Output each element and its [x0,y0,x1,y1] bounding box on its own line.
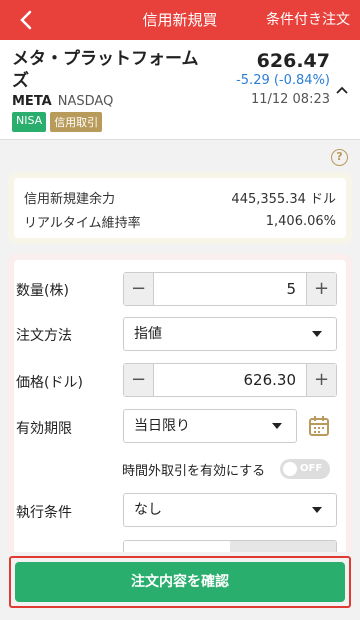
help-icon[interactable]: ? [331,149,348,166]
nisa-badge: NISA [12,112,47,132]
price-minus-button[interactable]: − [124,364,154,396]
price-plus-button[interactable]: + [306,364,336,396]
margin-info-panel: 信用新規建余力 445,355.34 ドル リアルタイム維持率 1,406.06… [8,172,352,244]
calendar-icon[interactable] [308,415,330,437]
price-label: 価格(ドル) [16,375,83,391]
stock-summary: メタ・プラットフォームズ META NASDAQ NISA 信用取引 626.47… [0,40,360,140]
dropdown-arrow-icon [312,331,322,337]
price-input[interactable]: 626.30 [154,364,306,396]
execution-select[interactable]: なし [123,493,337,527]
toggle-state: OFF [300,463,323,474]
conditional-order-link[interactable]: 条件付き注文 [266,0,350,40]
quantity-plus-button[interactable]: + [306,273,336,305]
quantity-input[interactable]: 5 [154,273,306,305]
expiry-select[interactable]: 当日限り [123,409,297,443]
expiry-value: 当日限り [134,418,190,434]
expiry-label: 有効期限 [16,421,72,437]
order-type-select[interactable]: 指値 [123,317,337,351]
price-timestamp: 11/12 08:23 [250,92,330,107]
execution-value: なし [134,502,162,518]
price-stepper: − 626.30 + [123,363,337,397]
page-title: 信用新規買 [142,11,218,29]
after-hours-label: 時間外取引を有効にする [122,464,266,479]
stock-name: メタ・プラットフォームズ [12,49,199,91]
chevron-left-icon [20,10,32,30]
chevron-up-icon[interactable] [334,82,350,98]
stock-symbol: META [12,94,52,109]
stock-exchange: NASDAQ [57,94,114,109]
maintenance-ratio-label: リアルタイム維持率 [24,215,141,231]
dropdown-arrow-icon [272,423,282,429]
quantity-stepper: − 5 + [123,272,337,306]
order-type-label: 注文方法 [16,328,72,344]
buying-power-label: 信用新規建余力 [24,191,116,207]
top-bar: 信用新規買 条件付き注文 [0,0,360,40]
buying-power-value: 445,355.34 ドル [231,191,336,207]
stock-price: 626.47 [256,50,330,72]
buying-power-row: 信用新規建余力 445,355.34 ドル [24,186,336,208]
execution-label: 執行条件 [16,505,72,521]
maintenance-ratio-row: リアルタイム維持率 1,406.06% [24,210,336,232]
ticker-line: META NASDAQ [12,94,113,109]
back-button[interactable] [12,6,40,34]
price-change: -5.29 (-0.84%) [236,73,330,88]
maintenance-ratio-value: 1,406.06% [265,213,336,229]
margin-badge: 信用取引 [50,112,103,132]
badges: NISA 信用取引 [12,112,103,132]
confirm-order-button[interactable]: 注文内容を確認 [15,562,345,602]
toggle-knob [283,462,297,476]
quantity-minus-button[interactable]: − [124,273,154,305]
dropdown-arrow-icon [312,507,322,513]
quantity-label: 数量(株) [16,283,69,299]
order-type-value: 指値 [134,326,162,342]
after-hours-toggle[interactable]: OFF [280,459,330,479]
